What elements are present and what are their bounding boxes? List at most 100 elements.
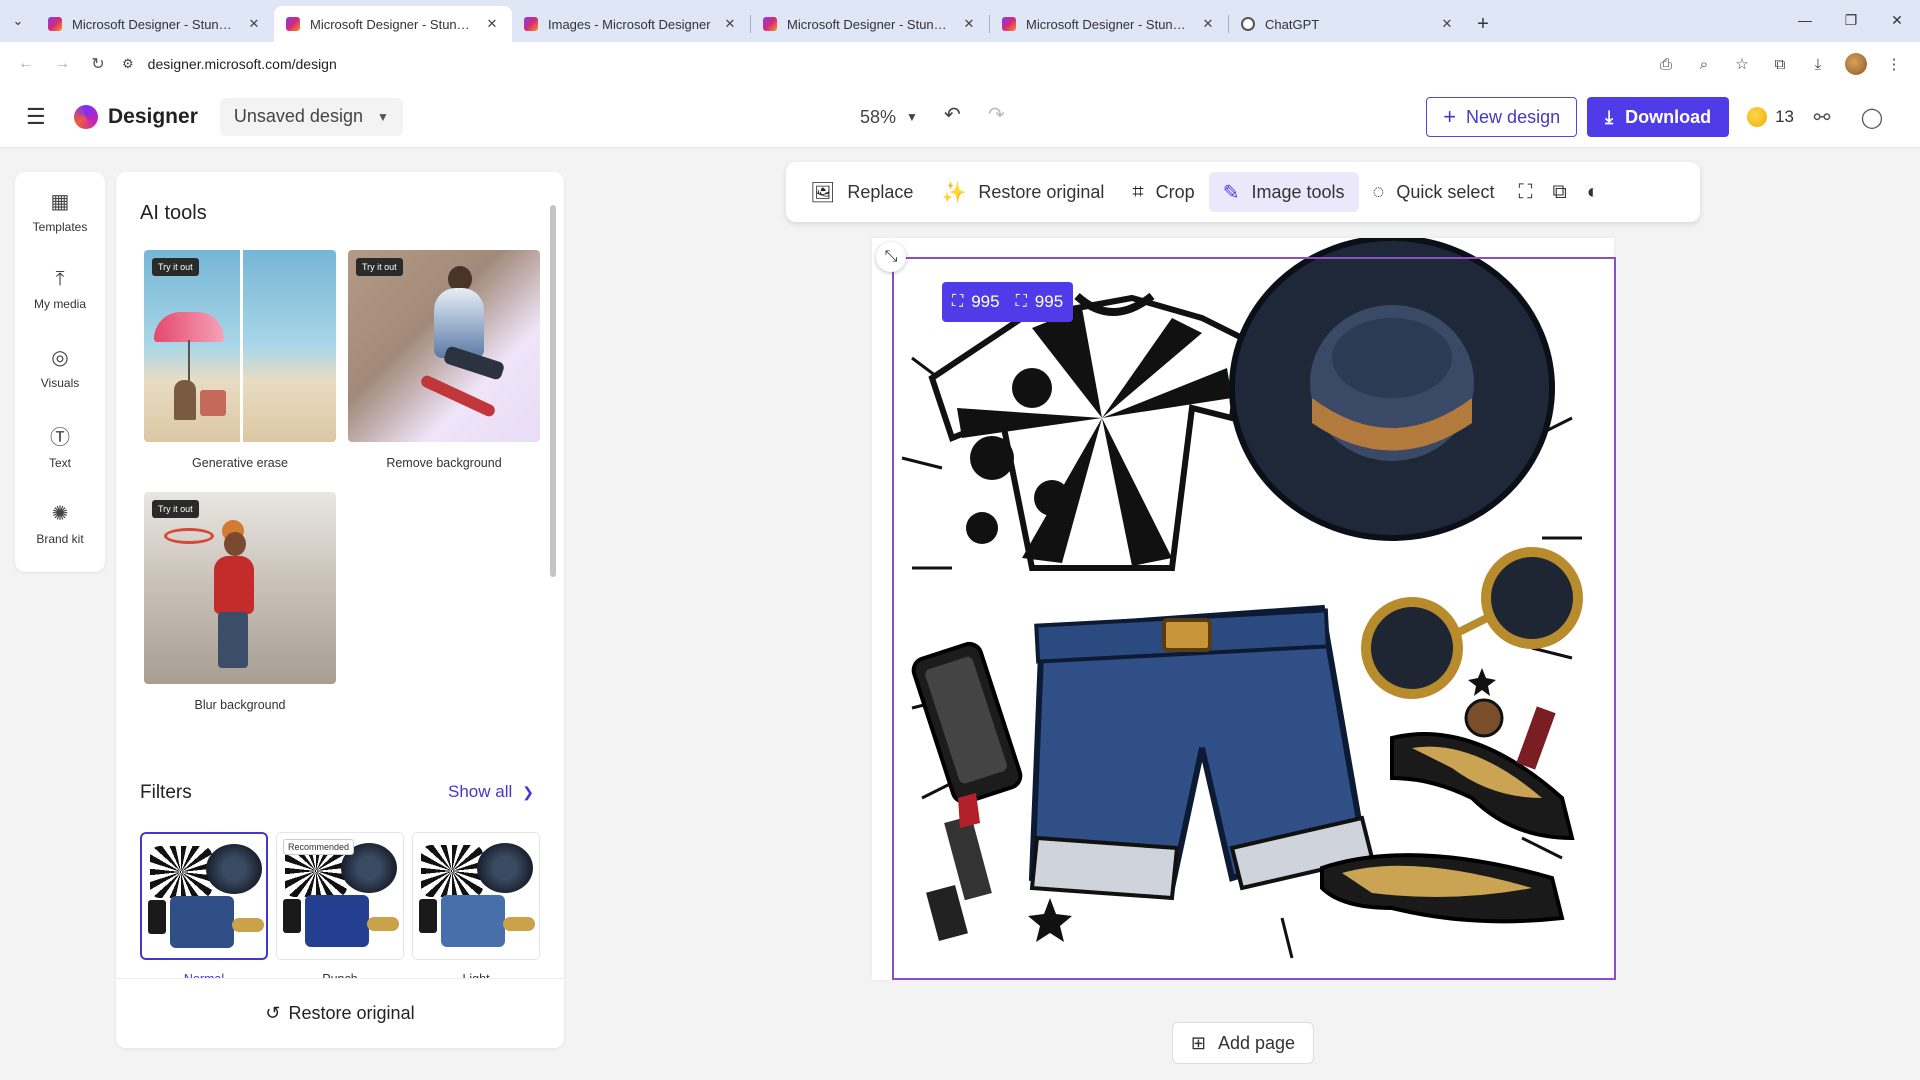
add-page-button[interactable]: ⊞ Add page [1172,1022,1314,1064]
rail-item-label: Text [48,455,71,470]
zoom-icon[interactable]: ⌕ [1686,46,1722,82]
designer-logo [74,104,98,129]
shoe-graphic [367,917,399,931]
tab-close-icon[interactable]: ✕ [961,16,977,32]
kid-head-graphic [224,532,246,556]
redo-icon[interactable]: ↷ [988,102,1005,127]
back-icon[interactable]: ← [8,46,44,82]
minimize-icon[interactable]: — [1782,0,1828,40]
restore-original-toolbar-button[interactable]: ✨ Restore original [927,172,1118,212]
rail-item-label: Templates [32,219,88,234]
phone-graphic [283,899,301,933]
shirt-graphic [150,846,212,898]
new-tab-button[interactable]: + [1467,6,1499,42]
restore-original-button[interactable]: ↺ Restore original [116,978,564,1048]
filter-normal[interactable]: Normal [140,832,268,986]
restore-original-label: Restore original [288,1003,415,1023]
image-tools-button[interactable]: ✎ Image tools [1208,172,1359,212]
browser-tab[interactable]: ChatGPT ✕ [1229,6,1467,42]
new-design-button[interactable]: + New design [1426,97,1578,137]
close-window-icon[interactable]: ✕ [1874,0,1920,40]
browser-tab-active[interactable]: Microsoft Designer - Stunning ✕ [274,6,512,42]
image-icon: 🖼 [810,181,836,204]
crop-button[interactable]: ⌗ Crop [1118,172,1208,212]
hamburger-menu-icon[interactable]: ☰ [26,104,74,130]
tab-close-icon[interactable]: ✕ [1439,16,1455,32]
coin-icon [1747,107,1768,127]
rail-item-my-media[interactable]: ⤒ My media [15,250,105,328]
filters-title: Filters [140,782,192,803]
image-tools-icon: ✎ [1222,181,1240,204]
zoom-dropdown[interactable]: 58% ▼ [860,98,918,136]
tab-close-icon[interactable]: ✕ [246,16,262,32]
browser-tab[interactable]: Microsoft Designer - Stunning ✕ [751,6,989,42]
share-icon[interactable]: ⚯ [1800,105,1844,130]
new-design-label: New design [1466,106,1561,127]
shorts-graphic [441,895,505,947]
restore-original-toolbar-label: Restore original [978,181,1105,202]
restore-window-icon[interactable]: ❐ [1828,0,1874,40]
forward-icon[interactable]: → [44,46,80,82]
person-graphic [434,288,484,358]
browser-menu-icon[interactable]: ⋮ [1876,46,1912,82]
site-info-icon[interactable]: ⚙ [122,56,134,72]
show-all-label: Show all [448,782,513,801]
phone-graphic [419,899,437,933]
download-button[interactable]: ⤓ Download [1587,97,1730,137]
credits-value: 13 [1775,107,1794,126]
replace-button[interactable]: 🖼 Replace [796,172,927,212]
tool-thumbnail: Try it out [144,250,336,442]
tab-search-button[interactable]: ⌄ [0,0,36,42]
rail-item-text[interactable]: Ⓣ Text [15,406,105,484]
tool-remove-background[interactable]: Try it out Remove background [348,250,540,470]
bookmark-star-icon[interactable]: ☆ [1724,46,1760,82]
filter-light[interactable]: Light [412,832,540,986]
tab-title: Microsoft Designer - Stunning [787,16,953,32]
install-app-icon[interactable]: ⎙ [1648,46,1684,82]
frame-button[interactable]: ⛶ [1508,172,1542,212]
add-page-label: Add page [1218,1032,1296,1053]
try-it-out-badge: Try it out [152,258,199,276]
rail-item-templates[interactable]: ▦ Templates [15,172,105,250]
url-input[interactable]: ⚙ designer.microsoft.com/design [122,47,1648,81]
profile-avatar[interactable] [1838,46,1874,82]
tool-blur-background[interactable]: Try it out Blur background [144,492,336,712]
rail-item-visuals[interactable]: ◎ Visuals [15,328,105,406]
document-name-dropdown[interactable]: Unsaved design ▼ [219,97,403,136]
selection-frame[interactable] [892,257,1616,980]
rail-item-label: Brand kit [36,531,84,546]
undo-icon[interactable]: ↶ [944,102,961,127]
tool-generative-erase[interactable]: Try it out Generative erase [144,250,336,470]
downloads-icon[interactable]: ⤓ [1800,46,1836,82]
tab-close-icon[interactable]: ✕ [1200,16,1216,32]
lasso-icon: ◌ [1372,180,1385,203]
account-icon[interactable]: ◯ [1850,105,1894,130]
tab-close-icon[interactable]: ✕ [484,16,500,32]
show-all-link[interactable]: Show all ❯ [448,782,534,802]
designer-favicon [763,17,777,31]
browser-tab[interactable]: Microsoft Designer - Stunning ✕ [36,6,274,42]
hat-graphic [477,843,533,893]
document-name: Unsaved design [233,106,363,126]
panel-scrollbar[interactable] [550,205,556,577]
tab-close-icon[interactable]: ✕ [722,16,738,32]
credits-counter[interactable]: 13 [1747,107,1794,127]
resize-handle-icon[interactable]: ⤡ [876,242,906,272]
panel-title: AI tools [140,202,207,224]
rail-item-brand-kit[interactable]: ✺ Brand kit [15,484,105,562]
crop-label: Crop [1155,181,1195,202]
tab-title: Images - Microsoft Designer [548,16,711,32]
extensions-icon[interactable]: ⧉ [1762,46,1798,82]
browser-tab[interactable]: Microsoft Designer - Stunning ✕ [990,6,1228,42]
quick-select-button[interactable]: ◌ Quick select [1359,172,1509,212]
window-controls: — ❐ ✕ [1782,0,1920,40]
hat-graphic [206,844,262,894]
filter-punch[interactable]: Recommended Punch [276,832,404,986]
reload-icon[interactable]: ↻ [80,46,116,82]
image-toolbar: 🖼 Replace ✨ Restore original ⌗ Crop ✎ Im… [786,162,1700,222]
restore-icon: ↺ [265,1003,281,1023]
contrast-button[interactable]: ◐ [1577,172,1609,212]
layers-button[interactable]: ⧉ [1542,172,1576,212]
try-it-out-badge: Try it out [152,500,199,518]
browser-tab[interactable]: Images - Microsoft Designer ✕ [512,6,750,42]
